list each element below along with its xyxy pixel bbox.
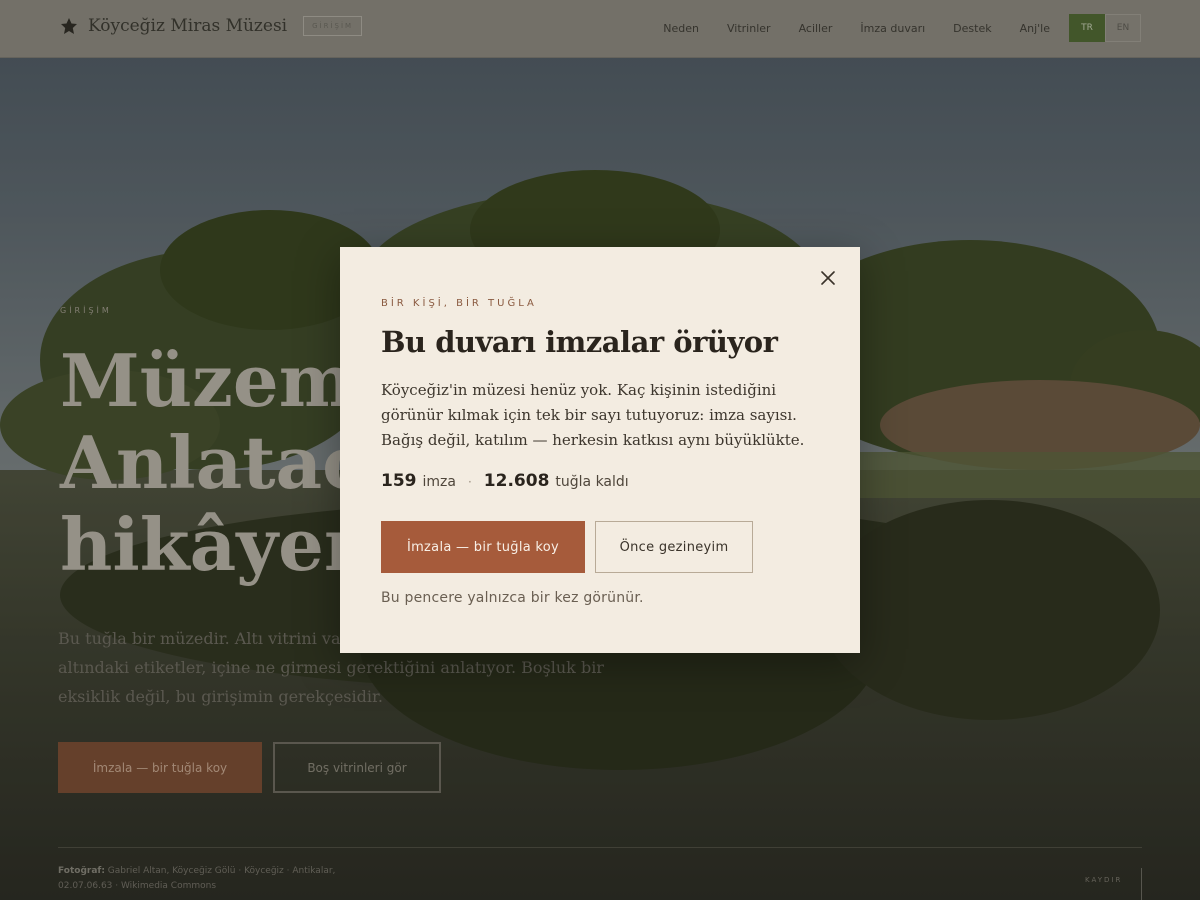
sign-button[interactable]: İmzala — bir tuğla koy — [381, 521, 585, 573]
signature-count-label: imza — [422, 474, 456, 490]
modal-title: Bu duvarı imzalar örüyor — [381, 325, 778, 359]
modal-eyebrow: BİR KİŞİ, BİR TUĞLA — [381, 298, 537, 309]
modal-note: Bu pencere yalnızca bir kez görünür. — [381, 590, 644, 606]
signature-count: 159 — [381, 471, 417, 491]
stats-separator: · — [467, 475, 472, 489]
signature-stats: 159 imza · 12.608 tuğla kaldı — [381, 471, 629, 491]
close-icon — [821, 271, 835, 285]
modal-body: Köyceğiz'in müzesi henüz yok. Kaç kişini… — [381, 381, 805, 449]
bricks-left-count: 12.608 — [483, 471, 550, 491]
signature-modal: BİR KİŞİ, BİR TUĞLA Bu duvarı imzalar ör… — [340, 247, 860, 653]
browse-first-button[interactable]: Önce gezineyim — [595, 521, 753, 573]
bricks-left-label: tuğla kaldı — [555, 474, 629, 490]
close-button[interactable] — [817, 267, 839, 289]
